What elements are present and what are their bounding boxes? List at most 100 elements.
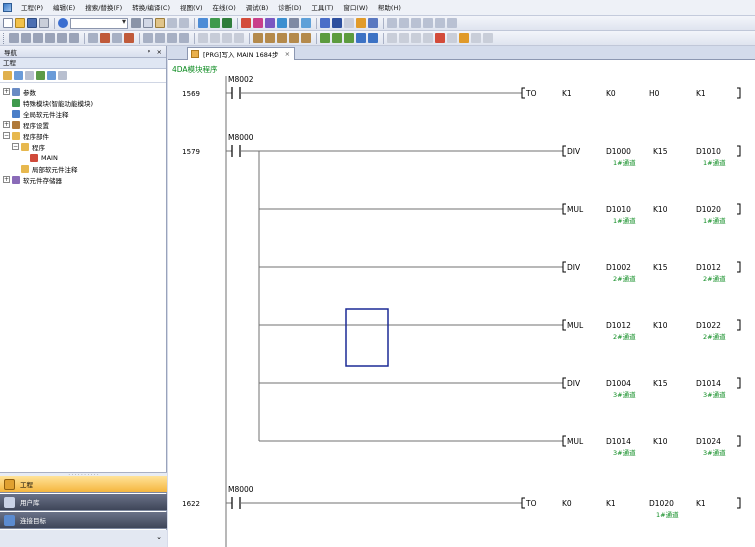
tree-item[interactable]: MAIN (0, 152, 166, 163)
filter-icon[interactable] (47, 71, 56, 80)
statement-icon[interactable] (356, 33, 366, 43)
tree-item[interactable]: 局部软元件注释 (0, 163, 166, 174)
device-batch-icon[interactable] (320, 18, 330, 28)
ladder-diagram[interactable]: 4DA模块程序 1569 M8002 TO K1 K0 H0 K1 1579 M8000 DIV D1… (168, 60, 755, 547)
display-mode-icon[interactable] (435, 33, 445, 43)
nav-tab-connection[interactable]: 连接目标 (0, 512, 167, 529)
copy-icon[interactable] (143, 18, 153, 28)
expand-icon[interactable]: + (3, 88, 10, 95)
hline-icon[interactable] (88, 33, 98, 43)
tree-item[interactable]: 特殊模块(智能功能模块) (0, 97, 166, 108)
zoom-icon[interactable] (447, 18, 457, 28)
print-icon[interactable] (39, 18, 49, 28)
open-folder-icon[interactable] (15, 18, 25, 28)
menu-item[interactable]: 搜索/替换(F) (80, 0, 127, 16)
note-icon[interactable] (368, 33, 378, 43)
monitor-write-icon[interactable] (301, 18, 311, 28)
falling-parallel-icon[interactable] (179, 33, 189, 43)
menu-item[interactable]: 工具(T) (306, 0, 338, 16)
project-view-icon[interactable] (3, 71, 12, 80)
parallel-open-icon[interactable] (33, 33, 43, 43)
refresh-icon[interactable] (14, 71, 23, 80)
cascade-icon[interactable] (411, 18, 421, 28)
tree-item[interactable]: + 程序设置 (0, 119, 166, 130)
tree-item[interactable]: + 软元件存储器 (0, 174, 166, 185)
draw-line-icon[interactable] (253, 33, 263, 43)
monitor-stop-icon[interactable] (289, 18, 299, 28)
new-file-icon[interactable] (3, 18, 13, 28)
pin-icon[interactable]: ᵖ (148, 48, 151, 56)
expand-icon[interactable]: + (3, 121, 10, 128)
menu-item[interactable]: 视图(V) (175, 0, 208, 16)
menu-item[interactable]: 调试(B) (241, 0, 274, 16)
delete-col-icon[interactable] (289, 33, 299, 43)
segment-icon[interactable] (301, 33, 311, 43)
toolbar-combo[interactable] (70, 17, 128, 29)
watch-icon[interactable] (344, 18, 354, 28)
nav-tab-user-library[interactable]: 用户库 (0, 494, 167, 511)
undo-icon[interactable] (167, 18, 177, 28)
delete-hline-icon[interactable] (112, 33, 122, 43)
tree-item[interactable]: 全局软元件注释 (0, 108, 166, 119)
layout-icon[interactable] (435, 18, 445, 28)
delete-vline-icon[interactable] (124, 33, 134, 43)
monitor-mode-icon[interactable] (471, 33, 481, 43)
nav-tab-project[interactable]: 工程 (0, 476, 167, 493)
comment-mode-icon[interactable] (387, 33, 397, 43)
rising-pulse-icon[interactable] (222, 33, 232, 43)
save-icon[interactable] (27, 18, 37, 28)
closed-contact-icon[interactable] (21, 33, 31, 43)
read-mode-icon[interactable] (447, 33, 457, 43)
monitor-icon[interactable] (277, 18, 287, 28)
window-icon[interactable] (423, 18, 433, 28)
redo-icon[interactable] (179, 18, 189, 28)
function-block-icon[interactable] (332, 33, 342, 43)
collapse-icon[interactable]: − (12, 143, 19, 150)
delete-line-icon[interactable] (265, 33, 275, 43)
paste-icon[interactable] (155, 18, 165, 28)
menu-item[interactable]: 转换/编译(C) (127, 0, 175, 16)
tab-main-program[interactable]: [PRG]写入 MAIN 1684步 × (187, 47, 296, 60)
menu-item[interactable]: 诊断(D) (273, 0, 306, 16)
read-plc-icon[interactable] (241, 18, 251, 28)
simulator-icon[interactable] (368, 18, 378, 28)
menu-item[interactable]: 窗口(W) (338, 0, 373, 16)
compile-icon[interactable] (210, 18, 220, 28)
chevron-down-icon[interactable]: ⌄ (156, 533, 162, 541)
tree-item[interactable]: − 程序部件 (0, 130, 166, 141)
compile-all-icon[interactable] (222, 18, 232, 28)
menu-item[interactable]: 在线(O) (208, 0, 241, 16)
close-icon[interactable]: × (157, 48, 162, 56)
close-tab-icon[interactable]: × (285, 50, 290, 58)
align-icon[interactable] (387, 18, 397, 28)
device-register-icon[interactable] (332, 18, 342, 28)
help-icon[interactable] (58, 18, 68, 28)
search-icon[interactable] (483, 33, 493, 43)
collapse-icon[interactable] (25, 71, 34, 80)
coil-icon[interactable] (57, 33, 67, 43)
label-icon[interactable] (344, 33, 354, 43)
convert-icon[interactable] (198, 18, 208, 28)
menu-item[interactable]: 帮助(H) (373, 0, 406, 16)
falling-edge-icon[interactable] (155, 33, 165, 43)
function-icon[interactable] (320, 33, 330, 43)
collapse-icon[interactable]: − (3, 132, 10, 139)
instruction-icon[interactable] (69, 33, 79, 43)
menu-item[interactable]: 工程(P) (16, 0, 48, 16)
verify-plc-icon[interactable] (265, 18, 275, 28)
rising-edge-icon[interactable] (143, 33, 153, 43)
rising-parallel-icon[interactable] (167, 33, 177, 43)
menu-item[interactable]: 编辑(E) (48, 0, 80, 16)
properties-icon[interactable] (58, 71, 67, 80)
expand-icon[interactable]: + (3, 176, 10, 183)
tree-item[interactable]: − 程序 (0, 141, 166, 152)
device-mode-icon[interactable] (423, 33, 433, 43)
statement-mode-icon[interactable] (399, 33, 409, 43)
falling-pulse-icon[interactable] (234, 33, 244, 43)
note-mode-icon[interactable] (411, 33, 421, 43)
vline-icon[interactable] (100, 33, 110, 43)
ladder-canvas[interactable]: 4DA模块程序 1569 M8002 TO K1 K0 H0 K1 1579 M8000 DIV D1… (168, 60, 755, 547)
draw-col-icon[interactable] (277, 33, 287, 43)
diagnostics-icon[interactable] (356, 18, 366, 28)
cut-icon[interactable] (131, 18, 141, 28)
